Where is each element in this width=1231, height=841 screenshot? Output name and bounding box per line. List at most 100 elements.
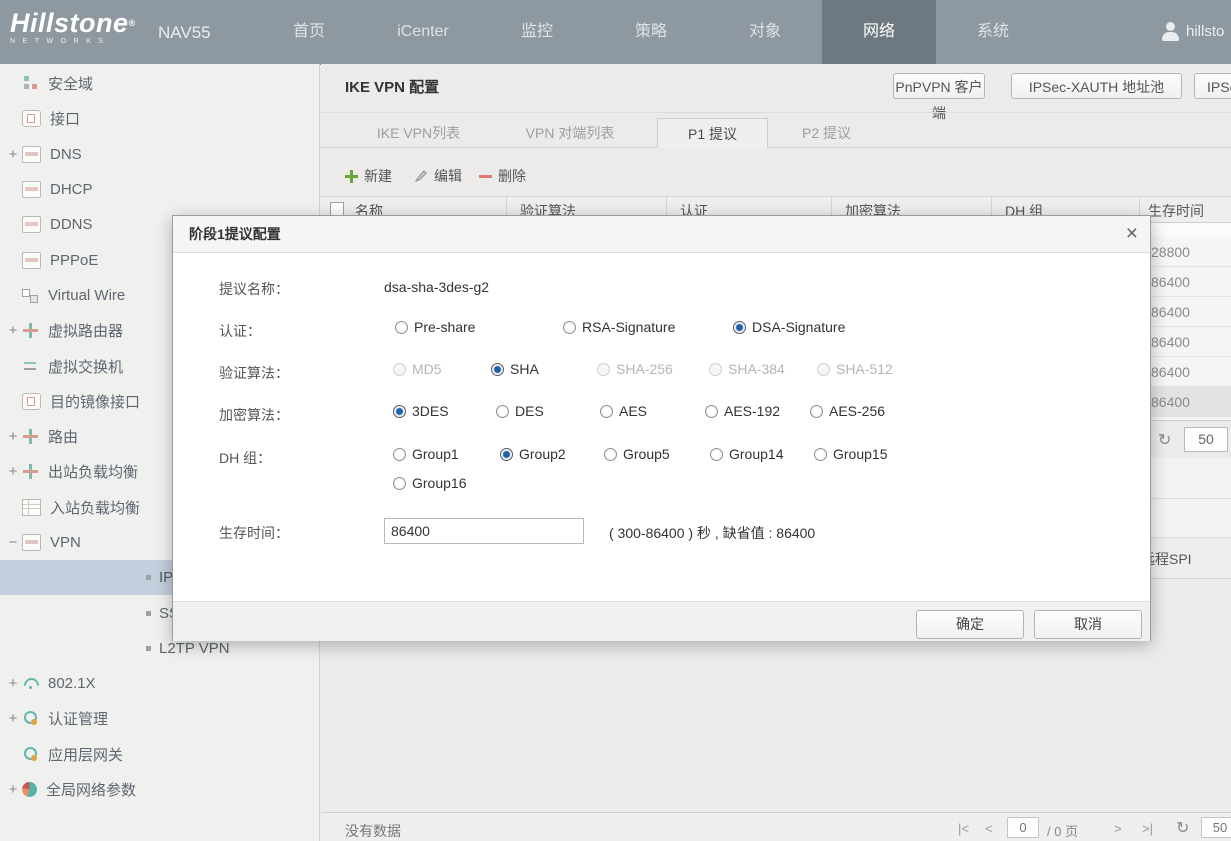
lifetime-cell[interactable]: 86400 [1141, 297, 1231, 327]
radio-rsa-signature[interactable]: RSA-Signature [563, 319, 675, 335]
prev-page-button[interactable]: < [985, 821, 993, 836]
user-menu[interactable]: hillsto [1162, 22, 1224, 41]
lifetime-cell[interactable]: 86400 [1141, 327, 1231, 357]
new-button[interactable]: 新建 [345, 165, 392, 187]
dhcp-icon [22, 181, 41, 198]
sidebar-item-8021x[interactable]: +802.1X [0, 666, 319, 701]
expand-toggle[interactable]: + [4, 781, 22, 798]
radio-label: Group14 [729, 446, 783, 462]
refresh-icon[interactable]: ↻ [1158, 430, 1171, 450]
auth-management-icon [22, 711, 39, 726]
radio-icon [500, 448, 513, 461]
sidebar-item-label: DNS [50, 146, 82, 163]
radio-icon [496, 405, 509, 418]
sidebar-item-label: DDNS [50, 216, 93, 233]
sidebar-item-security-zone[interactable]: 安全域 [0, 66, 319, 101]
edit-button[interactable]: 编辑 [414, 165, 462, 187]
radio-dsa-signature[interactable]: DSA-Signature [733, 319, 845, 335]
radio-des[interactable]: DES [496, 403, 544, 419]
bullet-icon [146, 646, 151, 651]
ipsec-xauth-pool-button[interactable]: IPSec-XAUTH 地址池 [1011, 73, 1182, 99]
sidebar-item-label: 虚拟交换机 [48, 356, 123, 377]
expand-toggle[interactable]: + [4, 146, 22, 163]
radio-pre-share[interactable]: Pre-share [395, 319, 475, 335]
lifetime-cell[interactable]: 28800 [1141, 237, 1231, 267]
routing-icon [22, 429, 39, 444]
delete-button[interactable]: 删除 [479, 165, 526, 187]
expand-toggle[interactable]: + [4, 710, 22, 727]
tab-p2-proposal[interactable]: P2 提议 [779, 118, 874, 148]
radio-icon [563, 321, 576, 334]
refresh-icon[interactable]: ↻ [1176, 818, 1189, 838]
sidebar-item-dhcp[interactable]: DHCP [0, 172, 319, 207]
virtual-router-icon [22, 323, 39, 338]
last-page-button[interactable]: >| [1142, 821, 1153, 836]
radio-group15[interactable]: Group15 [814, 446, 887, 462]
close-icon[interactable]: × [1126, 221, 1138, 247]
sidebar-item-alg[interactable]: 应用层网关 [0, 737, 319, 772]
status-bar: 没有数据 |< < 0 / 0 页 > >| ↻ 50 [321, 812, 1231, 841]
sidebar-item-dns[interactable]: + DNS [0, 137, 319, 172]
sidebar-item-global-network-params[interactable]: +全局网络参数 [0, 772, 319, 807]
radio-group1[interactable]: Group1 [393, 446, 459, 462]
radio-group14[interactable]: Group14 [710, 446, 783, 462]
sidebar-item-interface[interactable]: 接口 [0, 101, 319, 136]
expand-toggle[interactable]: + [4, 463, 22, 480]
hash-row: 验证算法： MD5 SHA SHA-256 SHA-384 SHA-512 [173, 361, 1150, 383]
current-page-input[interactable]: 0 [1007, 817, 1039, 838]
radio-group5[interactable]: Group5 [604, 446, 670, 462]
pencil-icon [414, 169, 428, 183]
tab-ike-vpn-list[interactable]: IKE VPN列表 [350, 118, 487, 148]
radio-label: AES-256 [829, 403, 885, 419]
sidebar-item-label: DHCP [50, 181, 93, 198]
radio-icon [491, 363, 504, 376]
plus-icon [345, 170, 358, 183]
ok-button[interactable]: 确定 [916, 610, 1024, 639]
proposal-name-value: dsa-sha-3des-g2 [384, 279, 489, 295]
radio-group2[interactable]: Group2 [500, 446, 566, 462]
cancel-button[interactable]: 取消 [1034, 610, 1142, 639]
page-size-box[interactable]: 50 [1201, 817, 1231, 838]
pnpvpn-client-button[interactable]: PnPVPN 客户端 [893, 73, 985, 99]
sidebar-item-auth-management[interactable]: +认证管理 [0, 701, 319, 736]
first-page-button[interactable]: |< [958, 821, 969, 836]
radio-icon [810, 405, 823, 418]
radio-group16[interactable]: Group16 [393, 475, 466, 491]
expand-toggle[interactable]: + [4, 428, 22, 445]
radio-aes[interactable]: AES [600, 403, 647, 419]
nav-item-icenter[interactable]: iCenter [366, 0, 480, 64]
tab-p1-proposal[interactable]: P1 提议 [657, 118, 768, 148]
lifetime-cell[interactable]: 86400 [1141, 357, 1231, 387]
nav-item-policy[interactable]: 策略 [594, 0, 708, 64]
expand-toggle[interactable]: + [4, 675, 22, 692]
radio-icon [393, 363, 406, 376]
radio-3des[interactable]: 3DES [393, 403, 449, 419]
lifetime-cell[interactable]: 86400 [1141, 267, 1231, 297]
inbound-lb-icon [22, 499, 41, 516]
radio-label: AES-192 [724, 403, 780, 419]
lifetime-input[interactable] [384, 518, 584, 544]
radio-sha[interactable]: SHA [491, 361, 539, 377]
next-page-button[interactable]: > [1114, 821, 1122, 836]
radio-aes-256[interactable]: AES-256 [810, 403, 885, 419]
select-all-checkbox[interactable] [330, 202, 344, 216]
ipsec-clipped-button[interactable]: IPSe [1194, 73, 1231, 99]
nav-item-home[interactable]: 首页 [252, 0, 366, 64]
page-size-box[interactable]: 50 [1184, 427, 1228, 452]
nav-item-monitor[interactable]: 监控 [480, 0, 594, 64]
nav-item-network[interactable]: 网络 [822, 0, 936, 64]
sidebar-item-label: 应用层网关 [48, 744, 123, 765]
collapse-toggle[interactable]: − [4, 534, 22, 551]
expand-toggle[interactable]: + [4, 322, 22, 339]
empty-data-text: 没有数据 [345, 821, 401, 841]
dh-group-row2: Group16 [173, 475, 1150, 497]
lifetime-cell[interactable]: 86400 [1141, 387, 1231, 417]
nav-item-system[interactable]: 系统 [936, 0, 1050, 64]
col-lifetime[interactable]: 生存时间 [1148, 201, 1204, 221]
radio-label: MD5 [412, 361, 442, 377]
radio-sha-512: SHA-512 [817, 361, 893, 377]
nav-item-object[interactable]: 对象 [708, 0, 822, 64]
tab-vpn-peer-list[interactable]: VPN 对端列表 [497, 118, 643, 148]
wifi-icon [22, 676, 39, 691]
radio-aes-192[interactable]: AES-192 [705, 403, 780, 419]
